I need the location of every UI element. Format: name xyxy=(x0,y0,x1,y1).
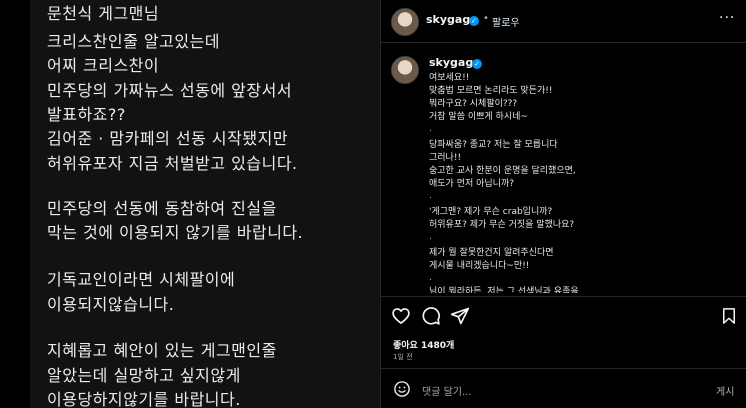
comment-input[interactable]: 댓글 달기... xyxy=(422,383,472,398)
caption-line: 뭐라구요? 시체팔이??? xyxy=(429,99,518,109)
caption-avatar[interactable] xyxy=(391,56,419,84)
bookmark-icon[interactable] xyxy=(720,306,738,326)
post-comment-button[interactable]: 게시 xyxy=(716,383,734,398)
divider xyxy=(381,296,746,297)
avatar[interactable] xyxy=(391,8,419,36)
post-header: skygag ✓ • 팔로우 ··· xyxy=(381,0,746,43)
post-image-line: 발표하죠?? xyxy=(47,105,126,124)
more-options-icon[interactable]: ··· xyxy=(719,10,735,26)
caption-line: 숭고한 교사 한분이 운명을 달리했으면, xyxy=(429,166,576,176)
post-image-line: 알았는데 실망하고 싶지않게 xyxy=(47,366,241,385)
caption-line: 애도가 먼저 아닙니까? xyxy=(429,179,515,189)
divider xyxy=(381,368,746,369)
caption-line: 제가 뭘 잘못한건지 알려주신다면 xyxy=(429,248,554,258)
post-image-line: 김어준 · 맘카페의 선동 시작됐지만 xyxy=(47,129,289,148)
caption-line: . xyxy=(429,124,432,134)
post-image-line: 기독교인이라면 시체팔이에 xyxy=(47,270,236,289)
caption-line: 그러나!! xyxy=(429,153,462,163)
follow-button[interactable]: 팔로우 xyxy=(492,14,520,29)
share-icon[interactable] xyxy=(450,306,470,326)
post-image-line: 지혜롭고 혜안이 있는 게그맨인줄 xyxy=(47,341,277,360)
post-image-line: 막는 것에 이용되지 않기를 바랍니다. xyxy=(47,223,304,242)
caption-line: 허위유포? 제가 무슨 거짓을 말했나요? xyxy=(429,220,575,230)
caption-line: 거참 말씀 이쁘게 하시네~ xyxy=(429,112,528,122)
caption-line: . xyxy=(429,232,432,242)
post-timestamp[interactable]: 1일 전 xyxy=(393,352,413,362)
caption-line: 당파싸움? 종교? 저는 잘 모릅니다 xyxy=(429,140,558,150)
separator-dot: • xyxy=(483,13,489,24)
header-username[interactable]: skygag xyxy=(426,13,470,26)
verified-badge-icon: ✓ xyxy=(472,59,482,69)
post-image-line: 이용되지않습니다. xyxy=(47,295,175,314)
post-image-line: 민주당의 가짜뉴스 선동에 앞장서서 xyxy=(47,81,293,100)
caption-line: 맞춤법 모르면 논리라도 맞든가!! xyxy=(429,86,553,96)
caption-username[interactable]: skygag xyxy=(429,56,473,69)
post-image-line: 크리스찬인줄 알고있는데 xyxy=(47,32,221,51)
post-image-line: 어찌 크리스찬이 xyxy=(47,56,160,75)
caption-line: 님이 뭐라하든, 저는 그 선생님과 유족을 xyxy=(429,287,579,293)
post-image-line: 허위유포자 지금 처벌받고 있습니다. xyxy=(47,154,298,173)
post-image: 문천식 게그맨님 크리스찬인줄 알고있는데 어찌 크리스찬이 민주당의 가짜뉴스… xyxy=(0,0,380,408)
caption-area: skygag ✓ 여보세요!! 맞춤법 모르면 논리라도 맞든가!! 뭐라구요?… xyxy=(381,52,746,293)
caption-line: 여보세요!! xyxy=(429,73,470,83)
caption-line: '게그맨? 제가 무슨 crab입니까? xyxy=(429,207,553,217)
caption-line: 게시물 내리겠습니다~만!! xyxy=(429,261,530,271)
like-count[interactable]: 좋아요 1480개 xyxy=(393,338,454,351)
like-heart-icon[interactable] xyxy=(391,306,411,326)
post-details-panel: skygag ✓ • 팔로우 ··· skygag ✓ 여보세요!! 맞춤법 모… xyxy=(380,0,746,408)
caption-line: . xyxy=(429,273,432,283)
post-image-line: 이용당하지않기를 바랍니다. xyxy=(47,390,241,408)
comment-icon[interactable] xyxy=(421,306,441,326)
verified-badge-icon: ✓ xyxy=(469,16,479,26)
caption-line: . xyxy=(429,191,432,201)
post-image-line: 문천식 게그맨님 xyxy=(47,4,160,23)
post-image-line: 민주당의 선동에 동참하여 진실을 xyxy=(47,199,277,218)
emoji-icon[interactable] xyxy=(393,380,411,398)
